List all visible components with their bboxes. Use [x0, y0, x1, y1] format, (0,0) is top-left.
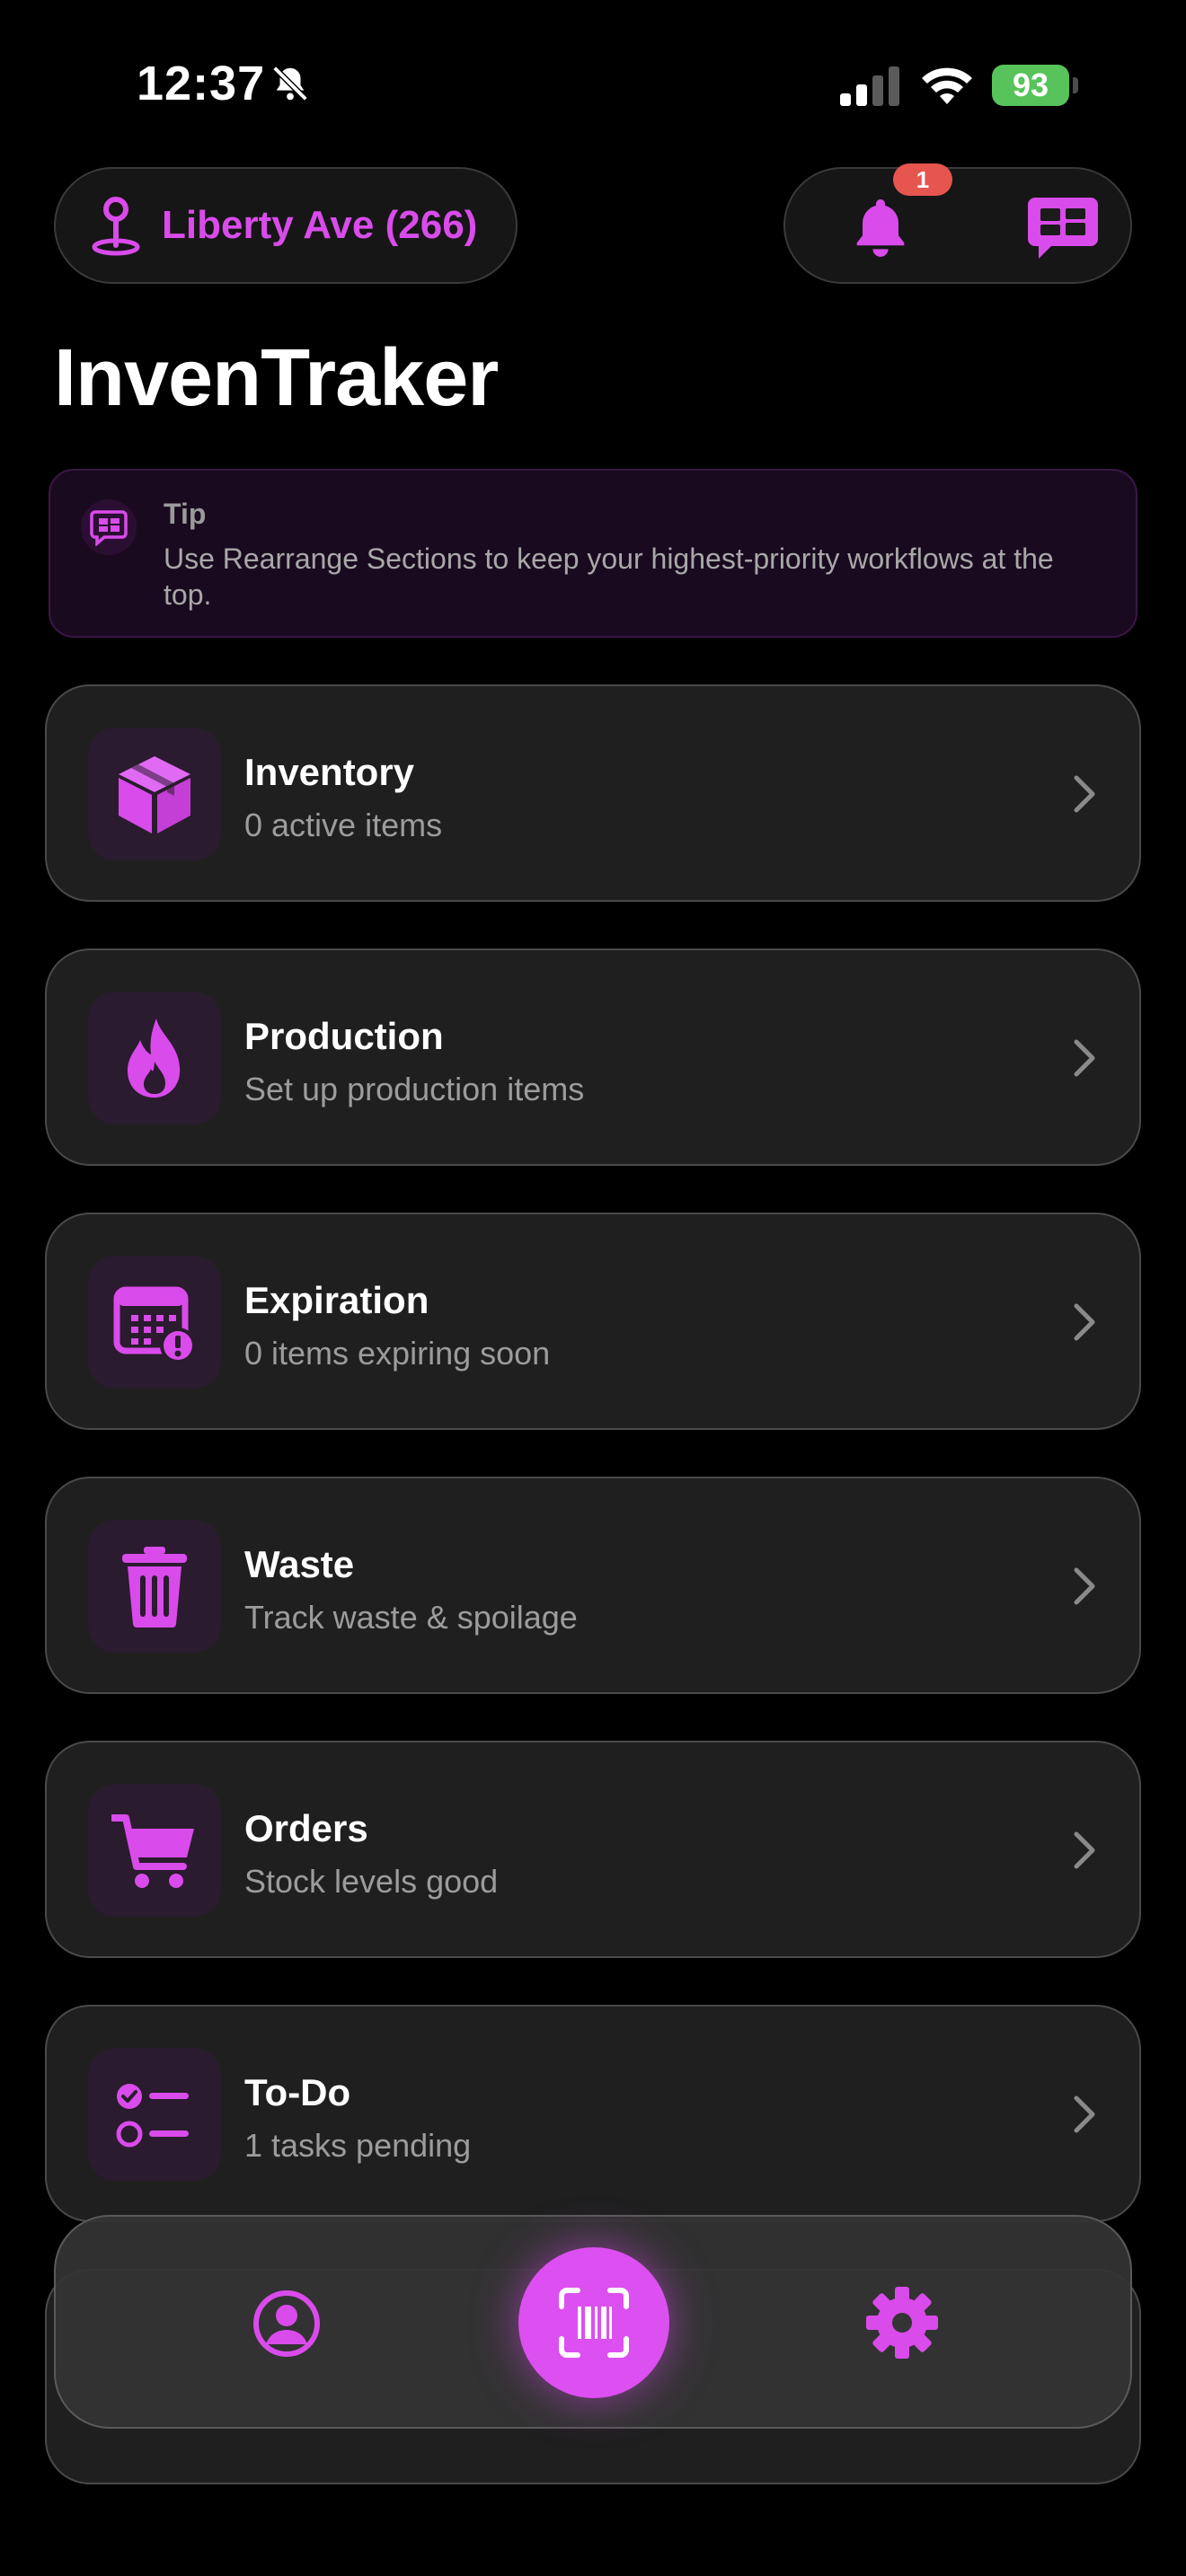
battery-nub [1073, 77, 1078, 93]
bottom-tab-bar [54, 2215, 1132, 2429]
location-selector[interactable]: Liberty Ave (266) [54, 167, 518, 284]
section-subtitle: Track waste & spoilage [244, 1599, 578, 1636]
section-subtitle: Stock levels good [244, 1863, 499, 1900]
location-pin-icon [92, 197, 140, 256]
notifications-bell-icon[interactable] [846, 192, 915, 260]
trash-icon [122, 1547, 187, 1628]
section-subtitle: Set up production items [244, 1071, 585, 1107]
section-card-inventory[interactable]: Inventory 0 active items [45, 684, 1141, 902]
wifi-icon [922, 67, 972, 104]
section-title: To-Do [244, 2071, 351, 2113]
chevron-right-icon [1074, 2095, 1095, 2133]
feedback-chat-icon[interactable] [1028, 196, 1098, 260]
chevron-right-icon [1074, 775, 1095, 813]
gear-icon[interactable] [864, 2285, 940, 2360]
section-title: Inventory [244, 751, 415, 793]
tip-icon-wrapper [81, 499, 137, 555]
section-icon-wrapper [88, 992, 221, 1125]
chevron-right-icon [1074, 1303, 1095, 1341]
flame-icon [128, 1019, 181, 1098]
section-card-todo[interactable]: To-Do 1 tasks pending [45, 2005, 1141, 2222]
cart-icon [111, 1814, 194, 1888]
section-title: Waste [244, 1543, 355, 1585]
checklist-icon [116, 2084, 189, 2148]
tip-chat-icon [90, 510, 128, 546]
section-title: Expiration [244, 1279, 429, 1321]
tip-label: Tip [164, 498, 207, 530]
calendar-alert-icon [113, 1286, 196, 1363]
section-subtitle: 0 items expiring soon [244, 1335, 551, 1372]
section-icon-wrapper [88, 1784, 221, 1917]
page-title: InvenTraker [54, 333, 499, 423]
battery-level: 93 [992, 65, 1069, 106]
barcode-scan-icon [559, 2288, 629, 2358]
chevron-right-icon [1074, 1039, 1095, 1077]
header-actions: 1 [783, 163, 1132, 284]
section-icon-wrapper [88, 1256, 221, 1389]
tip-banner: Tip Use Rearrange Sections to keep your … [49, 469, 1137, 638]
battery-indicator: 93 [992, 65, 1078, 106]
section-card-waste[interactable]: Waste Track waste & spoilage [45, 1477, 1141, 1694]
section-card-expiration[interactable]: Expiration 0 items expiring soon [45, 1213, 1141, 1430]
section-title: Production [244, 1015, 444, 1057]
section-title: Orders [244, 1807, 368, 1849]
chevron-right-icon [1074, 1831, 1095, 1869]
box-icon [119, 756, 190, 834]
tip-text: Use Rearrange Sections to keep your high… [164, 543, 1054, 611]
chevron-right-icon [1074, 1567, 1095, 1605]
section-card-production[interactable]: Production Set up production items [45, 948, 1141, 1166]
section-card-orders[interactable]: Orders Stock levels good [45, 1741, 1141, 1958]
section-icon-wrapper [88, 728, 221, 860]
cellular-signal-icon [840, 66, 899, 106]
section-icon-wrapper [88, 2048, 221, 2181]
location-label: Liberty Ave (266) [162, 203, 478, 247]
notification-badge: 1 [893, 163, 952, 196]
silent-mode-icon [272, 66, 308, 101]
scan-button[interactable] [518, 2247, 669, 2398]
profile-icon[interactable] [252, 2289, 322, 2359]
section-subtitle: 1 tasks pending [244, 2127, 472, 2164]
section-subtitle: 0 active items [244, 807, 443, 843]
section-icon-wrapper [88, 1520, 221, 1653]
status-time: 12:37 [137, 57, 266, 110]
